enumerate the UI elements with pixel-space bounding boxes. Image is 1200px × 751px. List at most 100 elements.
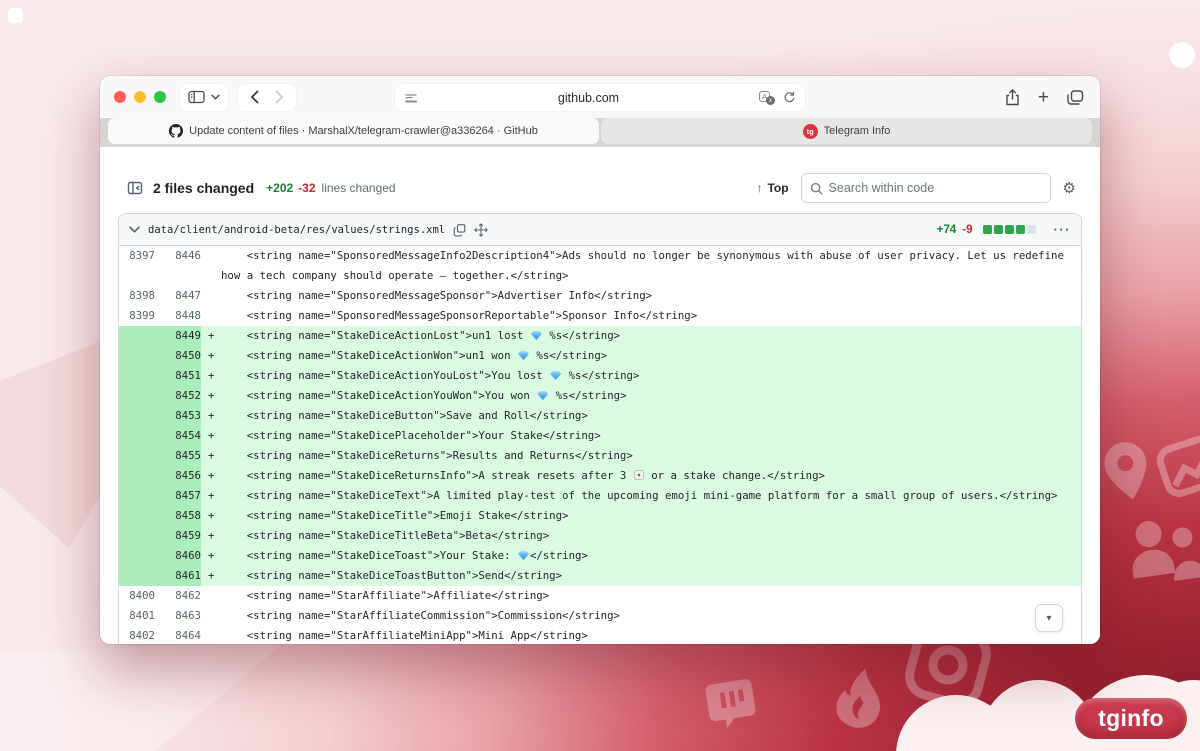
minimize-window-button[interactable] — [134, 91, 146, 103]
new-line-number[interactable]: 8463 — [155, 606, 201, 626]
diff-code-text: <string name="StakeDiceToastButton">Send… — [221, 569, 563, 582]
old-line-number — [119, 446, 155, 466]
diff-row: 8461 + <string name="StakeDiceToastButton… — [119, 566, 1081, 586]
new-line-number[interactable]: 8448 — [155, 306, 201, 326]
old-line-number[interactable]: 8399 — [119, 306, 155, 326]
new-line-number[interactable]: 8451 — [155, 366, 201, 386]
new-line-number[interactable]: 8457 — [155, 486, 201, 506]
diff-marker — [201, 306, 221, 326]
diff-marker: + — [208, 329, 215, 342]
back-button[interactable] — [242, 90, 267, 104]
old-line-number[interactable]: 8400 — [119, 586, 155, 606]
search-input[interactable] — [828, 181, 1042, 195]
old-line-number[interactable]: 8398 — [119, 286, 155, 306]
wallpaper-dot — [8, 8, 23, 23]
gem-emoji — [530, 331, 542, 340]
fullscreen-window-button[interactable] — [154, 91, 166, 103]
diff-row: 8450 + <string name="StakeDiceActionWon">… — [119, 346, 1081, 366]
diff-row: 8452 + <string name="StakeDiceActionYouWo… — [119, 386, 1081, 406]
file-tree-toggle-button[interactable] — [127, 180, 143, 196]
sidebar-toggle-button[interactable] — [180, 83, 228, 111]
share-button[interactable] — [1005, 88, 1020, 106]
diff-marker: + — [208, 449, 215, 462]
new-line-number[interactable]: 8446 — [155, 246, 201, 266]
tab-github[interactable]: Update content of files · MarshalX/teleg… — [108, 118, 599, 144]
file-header: data/client/android-beta/res/values/stri… — [119, 214, 1081, 246]
diff-marker: + — [208, 489, 215, 502]
diff-row: 8454 + <string name="StakeDicePlaceholder… — [119, 426, 1081, 446]
tab-overview-button[interactable] — [1067, 89, 1084, 105]
scroll-down-button[interactable]: ▾ — [1035, 604, 1063, 632]
old-line-number[interactable]: 8401 — [119, 606, 155, 626]
new-line-number[interactable]: 8461 — [155, 566, 201, 586]
diff-code-text: <string name="StakeDiceActionYouWon">You… — [221, 389, 627, 402]
diff-code-text: <string name="StakeDiceReturns">Results … — [221, 449, 633, 462]
diff-row-wrap: how a tech company should operate — toge… — [119, 266, 1081, 286]
new-line-number — [155, 266, 201, 286]
diff-code-text: <string name="StakeDiceText">A limited p… — [221, 489, 1058, 502]
file-path: data/client/android-beta/res/values/stri… — [148, 223, 446, 236]
diff-row: 8456 + <string name="StakeDiceReturnsInfo… — [119, 466, 1081, 486]
new-tab-button[interactable]: + — [1038, 88, 1049, 107]
scroll-to-top-button[interactable]: ↑ Top — [756, 181, 788, 195]
new-line-number[interactable]: 8460 — [155, 546, 201, 566]
new-line-number[interactable]: 8462 — [155, 586, 201, 606]
forward-button[interactable] — [267, 90, 292, 104]
files-changed-title: 2 files changed — [153, 180, 255, 196]
drag-handle-icon[interactable] — [474, 222, 488, 237]
diff-marker: + — [208, 389, 215, 402]
gear-icon[interactable]: ⚙ — [1063, 181, 1076, 196]
translate-icon[interactable]: A x — [759, 91, 775, 105]
map-pin-icon — [1092, 433, 1162, 510]
tginfo-favicon: tg — [802, 123, 818, 139]
diff-row: 8459 + <string name="StakeDiceTitleBeta">… — [119, 526, 1081, 546]
reload-icon[interactable] — [783, 91, 796, 104]
old-line-number[interactable]: 8402 — [119, 626, 155, 644]
diff-code-text: <string name="StakeDiceActionWon">un1 wo… — [221, 349, 608, 362]
total-deletions: -32 — [298, 181, 316, 195]
new-line-number[interactable]: 8459 — [155, 526, 201, 546]
code-search-box[interactable] — [800, 173, 1051, 203]
search-icon — [810, 182, 823, 195]
old-line-number — [119, 486, 155, 506]
new-line-number[interactable]: 8455 — [155, 446, 201, 466]
diff-row: 8453 + <string name="StakeDiceButton">Sav… — [119, 406, 1081, 426]
diff-marker: + — [208, 349, 215, 362]
diff-code-text: <string name="StakeDicePlaceholder">Your… — [221, 429, 601, 442]
diff-row: 8398 8447 <string name="SponsoredMessageS… — [119, 286, 1081, 306]
new-line-number[interactable]: 8464 — [155, 626, 201, 644]
page-format-icon[interactable] — [404, 92, 418, 104]
new-line-number[interactable]: 8456 — [155, 466, 201, 486]
diffstat-block — [1026, 225, 1036, 234]
new-line-number[interactable]: 8449 — [155, 326, 201, 346]
diff-code-text: <string name="SponsoredMessageInfo2Descr… — [221, 249, 1064, 262]
tab-telegram-info[interactable]: tg Telegram Info — [601, 118, 1092, 144]
diff-marker — [201, 606, 221, 626]
diff-code-text: <string name="StakeDiceButton">Save and … — [221, 409, 588, 422]
old-line-number — [119, 386, 155, 406]
lines-changed-label: lines changed — [321, 181, 396, 195]
tab-title: Update content of files · MarshalX/teleg… — [189, 125, 538, 137]
diff-marker: + — [208, 409, 215, 422]
copy-path-icon[interactable] — [453, 223, 466, 237]
people-icon — [1119, 509, 1200, 592]
browser-window: github.com A x + Update content of files… — [100, 76, 1100, 644]
old-line-number — [119, 546, 155, 566]
old-line-number[interactable]: 8397 — [119, 246, 155, 266]
old-line-number — [119, 506, 155, 526]
diff-row: 8399 8448 <string name="SponsoredMessageS… — [119, 306, 1081, 326]
file-options-kebab-icon[interactable]: ··· — [1054, 222, 1072, 237]
collapse-file-chevron[interactable] — [129, 226, 140, 233]
gem-emoji — [517, 351, 529, 360]
new-line-number[interactable]: 8458 — [155, 506, 201, 526]
diff-code-text: <string name="StarAffiliateMiniApp">Mini… — [221, 629, 588, 642]
diff-marker: + — [208, 509, 215, 522]
address-bar[interactable]: github.com A x — [395, 84, 805, 111]
new-line-number[interactable]: 8452 — [155, 386, 201, 406]
new-line-number[interactable]: 8450 — [155, 346, 201, 366]
new-line-number[interactable]: 8453 — [155, 406, 201, 426]
new-line-number[interactable]: 8447 — [155, 286, 201, 306]
tginfo-watermark: tginfo — [1075, 698, 1187, 739]
close-window-button[interactable] — [114, 91, 126, 103]
new-line-number[interactable]: 8454 — [155, 426, 201, 446]
